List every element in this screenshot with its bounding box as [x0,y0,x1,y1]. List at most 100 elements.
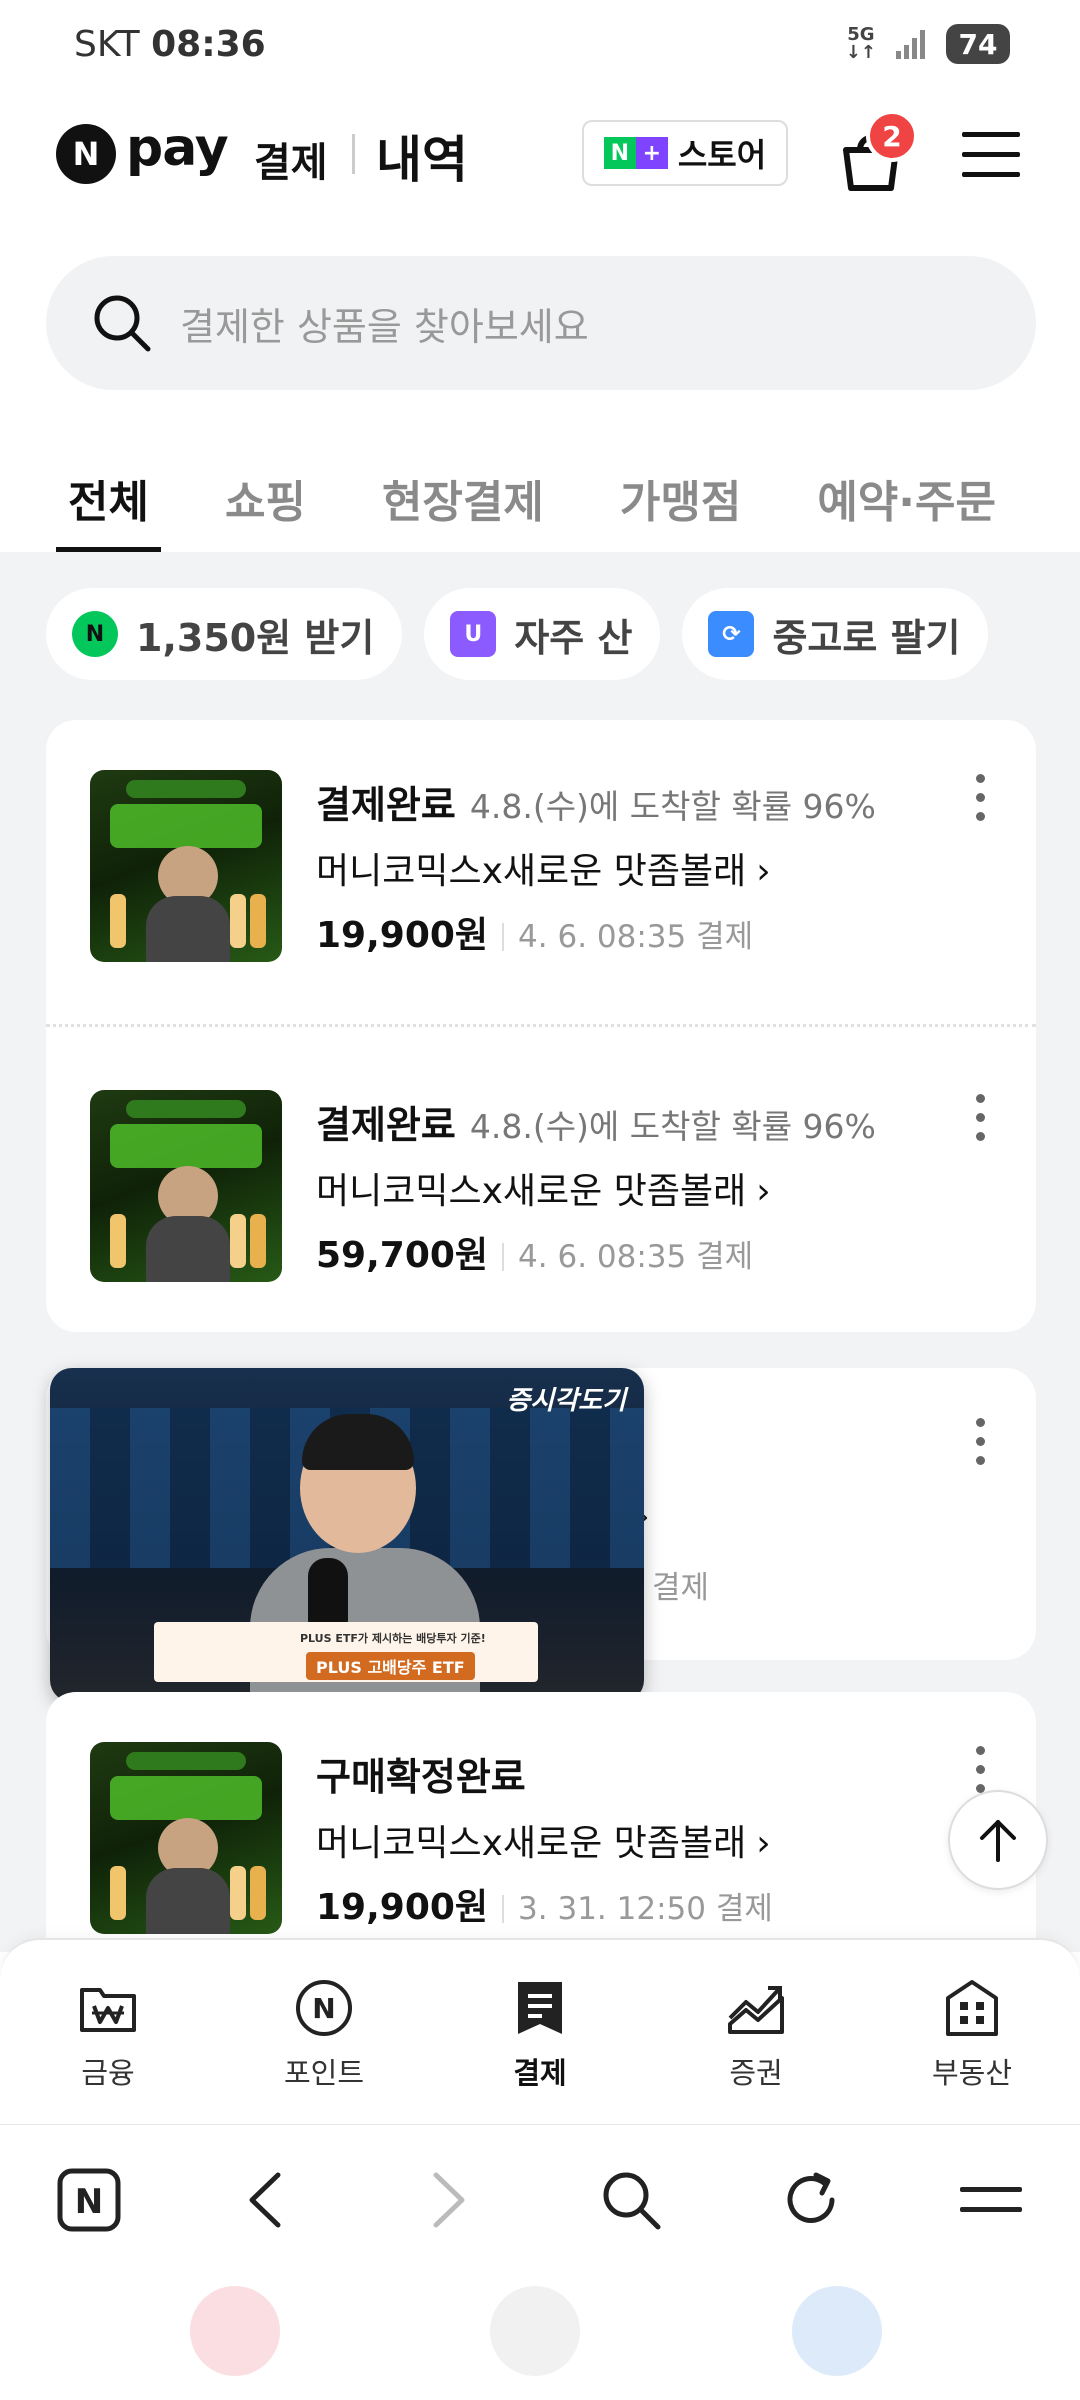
filter-chips: N 1,350원 받기 U 자주 산 ⟳ 중고로 팔기 [46,588,989,680]
forward-icon[interactable] [424,2167,474,2233]
building-icon [946,1980,998,2036]
order-date: 4. 6. 08:35 결제 [518,919,754,955]
carrier: SKT [74,24,140,65]
naver-logo-icon[interactable]: N [56,124,116,184]
order-status-label: 결제완료 [316,1103,456,1147]
tab-all[interactable]: 전체 [56,440,161,552]
nav-label: 포인트 [283,2056,365,2090]
npay-point-icon: N [72,611,118,657]
order-status: 결제완료 4.8.(수)에 도착할 확률 96% [316,1094,876,1149]
tab-shopping[interactable]: 쇼핑 [225,440,306,552]
order-price: 19,900원 [316,915,489,956]
delivery-eta: 4.8.(수)에 도착할 확률 96% [469,787,876,826]
bottom-navigation: 금융 N 포인트 결제 증권 부동산 [0,1938,1080,2124]
video-banner-title: PLUS 고배당주 ETF [306,1652,475,1680]
pay-service-label: 결제 [254,140,328,186]
chip-frequently-bought[interactable]: U 자주 산 [424,588,661,680]
cart-count-badge: 2 [866,110,918,162]
status-icons: 5G ↓↑ 74 [846,24,1010,64]
order-status: 구매확정완료 [316,1755,526,1799]
naver-home-icon[interactable]: N [56,2167,122,2233]
more-options-icon[interactable] [966,1414,994,1474]
store-label: 스토어 [677,136,767,174]
nav-payment[interactable]: 결제 [470,1976,610,2092]
category-tabs: 전체 쇼핑 현장결제 가맹점 예약·주문 [0,440,1080,552]
browser-toolbar: N [0,2124,1080,2270]
tab-merchant[interactable]: 가맹점 [620,440,741,552]
battery-indicator: 74 [946,24,1010,64]
nav-securities[interactable]: 증권 [686,1976,826,2092]
order-price: 59,700원 [316,1235,489,1276]
delivery-eta: 4.8.(수)에 도착할 확률 96% [469,1107,876,1146]
chip-sell-used[interactable]: ⟳ 중고로 팔기 [682,588,989,680]
stock-chart-icon [728,1986,784,2034]
order-price: 19,900원 [316,1887,489,1928]
order-date: 4. 6. 08:35 결제 [518,1239,754,1275]
carrier-time: SKT 08:36 [74,24,266,65]
back-icon[interactable] [240,2167,290,2233]
order-price-row: 59,700원 4. 6. 08:35 결제 [316,1226,753,1278]
home-letter: N [75,2182,103,2222]
decorative-flower-icon [190,2286,280,2376]
product-thumbnail[interactable] [90,1742,282,1934]
search-placeholder: 결제한 상품을 찾아보세요 [180,304,589,349]
product-name-link[interactable]: 머니코믹스x새로운 맛좀볼래 › [316,1814,771,1866]
order-item[interactable]: 구매확정완료 머니코믹스x새로운 맛좀볼래 › 19,900원 3. 31. 12:… [46,1742,1036,1942]
clock: 08:36 [151,24,266,65]
svg-text:N: N [312,1992,335,2025]
more-options-icon[interactable] [966,770,994,830]
network-label: 5G [847,24,875,45]
chip-point-reward[interactable]: N 1,350원 받기 [46,588,403,680]
video-banner-caption: PLUS ETF가 제시하는 배당투자 기준! [300,1632,486,1645]
product-thumbnail[interactable] [90,770,282,962]
refresh-icon[interactable] [778,2167,844,2233]
app-header: N pay 결제 내역 N + 스토어 2 [0,110,1080,191]
shopping-bag-icon: U [450,611,497,657]
more-options-icon[interactable] [966,1090,994,1150]
store-button[interactable]: N + 스토어 [582,120,788,186]
nav-label: 금융 [81,2056,135,2090]
decorative-flower-icon [792,2286,882,2376]
product-name-link[interactable]: 머니코믹스x새로운 맛좀볼래 › [316,1162,771,1214]
order-date: 3. 31. 12:50 결제 [518,1891,773,1927]
browser-search-icon[interactable] [598,2167,664,2233]
status-bar: SKT 08:36 5G ↓↑ 74 [0,0,1080,90]
header-divider [352,134,355,174]
product-thumbnail[interactable] [90,1090,282,1282]
nav-label: 증권 [729,2056,783,2090]
browser-menu-icon[interactable] [958,2167,1024,2233]
order-date-partial: 결제 [652,1570,710,1606]
video-brand-logo: 증시각도기 [506,1386,626,1416]
arrow-up-icon [980,1820,1016,1862]
chip-label: 1,350원 받기 [136,615,375,660]
product-name: 머니코믹스x새로운 맛좀볼래 [316,1823,747,1864]
nplus-store-icon: N + [603,137,668,169]
nav-label: 부동산 [931,2056,1013,2090]
menu-icon[interactable] [962,130,1020,180]
search-input[interactable]: 결제한 상품을 찾아보세요 [46,256,1036,390]
chevron-right-icon: › [756,1823,771,1864]
pay-logo[interactable]: pay [126,118,229,178]
point-icon: N [296,1980,352,2036]
receipt-icon [518,1982,562,2034]
order-divider [46,1024,1036,1027]
product-name-link[interactable]: 머니코믹스x새로운 맛좀볼래 › [316,842,771,894]
floating-video-player[interactable]: 증시각도기 PLUS ETF가 제시하는 배당투자 기준! PLUS 고배당주 … [50,1368,644,1702]
order-item[interactable]: 결제완료 4.8.(수)에 도착할 확률 96% 머니코믹스x새로운 맛좀볼래 › … [46,770,1036,970]
nav-finance[interactable]: 금융 [38,1976,178,2092]
tab-reservation-order[interactable]: 예약·주문 [817,440,996,552]
product-name: 머니코믹스x새로운 맛좀볼래 [316,851,747,892]
nav-real-estate[interactable]: 부동산 [902,1976,1042,2092]
order-status-label: 결제완료 [316,783,456,827]
recycle-icon: ⟳ [708,611,755,657]
chevron-right-icon: › [756,1171,771,1212]
chip-label: 중고로 팔기 [772,615,961,660]
signal-icon [896,30,925,59]
search-icon [94,295,151,352]
order-price-row: 19,900원 3. 31. 12:50 결제 [316,1878,773,1930]
scroll-top-button[interactable] [948,1790,1048,1890]
tab-onsite-payment[interactable]: 현장결제 [382,440,544,552]
order-item[interactable]: 결제완료 4.8.(수)에 도착할 확률 96% 머니코믹스x새로운 맛좀볼래 › … [46,1090,1036,1290]
order-status: 결제완료 4.8.(수)에 도착할 확률 96% [316,774,876,829]
nav-point[interactable]: N 포인트 [254,1976,394,2092]
